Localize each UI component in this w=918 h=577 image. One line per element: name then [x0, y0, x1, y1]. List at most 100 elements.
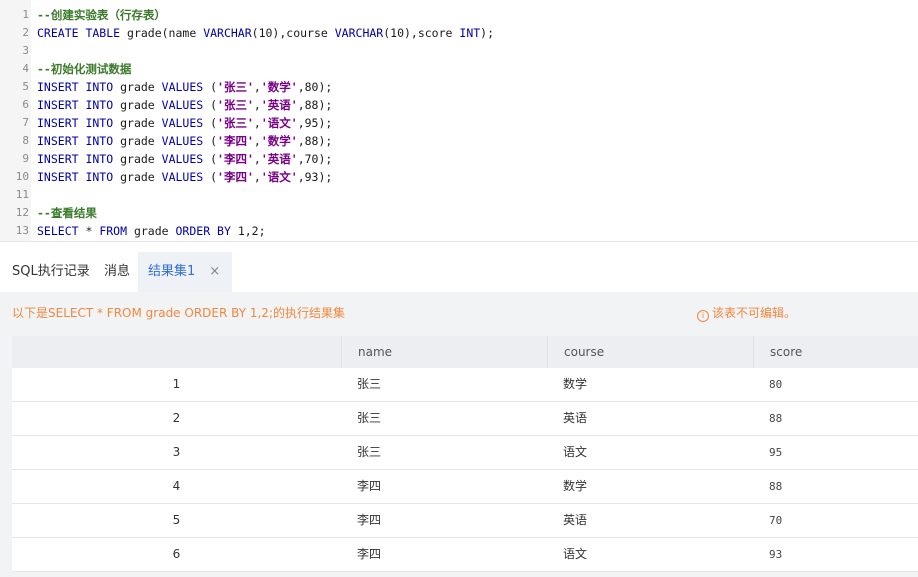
code-line[interactable]: 2 CREATE TABLE grade(name VARCHAR(10),cou…	[0, 24, 918, 42]
readonly-notice: i 该表不可编辑。	[697, 304, 796, 322]
table-row[interactable]: 4 李四 数学 88	[12, 470, 918, 504]
code-token: INSERT INTO	[37, 116, 114, 130]
code-token: ,	[253, 98, 261, 112]
code-line[interactable]: 4 --初始化测试数据	[0, 60, 918, 78]
cell-score: 95	[769, 446, 783, 459]
line-number: 13	[15, 224, 29, 237]
code-line[interactable]: 7 INSERT INTO grade VALUES ('张三','语文',95)…	[0, 114, 918, 132]
code-token: ,	[253, 170, 261, 184]
code-text: INSERT INTO grade VALUES ('李四','数学',88);	[37, 132, 332, 150]
cell-score: 88	[769, 480, 783, 493]
code-line[interactable]: 3	[0, 42, 918, 60]
code-token: INSERT INTO	[37, 98, 114, 112]
code-text: INSERT INTO grade VALUES ('李四','英语',70);	[37, 150, 332, 168]
code-token: ,	[253, 134, 261, 148]
line-number: 8	[22, 134, 29, 147]
code-token: 1,2;	[230, 224, 266, 238]
table-row[interactable]: 6 李四 语文 93	[12, 538, 918, 572]
cell-course: 语文	[563, 445, 588, 459]
line-number: 6	[22, 98, 29, 111]
cell-score: 80	[769, 378, 783, 391]
cell-course: 数学	[563, 377, 588, 391]
code-line[interactable]: 8 INSERT INTO grade VALUES ('李四','数学',88)…	[0, 132, 918, 150]
code-token: VALUES	[161, 98, 204, 112]
table-row[interactable]: 3 张三 语文 95	[12, 436, 918, 470]
cell-name: 李四	[357, 547, 382, 561]
line-number: 11	[15, 188, 29, 201]
code-token: grade	[113, 98, 162, 112]
code-token: ,88);	[297, 134, 333, 148]
code-token: INSERT INTO	[37, 80, 114, 94]
code-token: INSERT INTO	[37, 134, 114, 148]
code-token: VALUES	[161, 116, 204, 130]
code-text: --初始化测试数据	[37, 60, 131, 78]
table-row[interactable]: 2 张三 英语 88	[12, 402, 918, 436]
line-number: 5	[22, 80, 29, 93]
code-token: VARCHAR	[203, 26, 252, 40]
code-token: CREATE TABLE	[37, 26, 121, 40]
cell-course: 数学	[563, 479, 588, 493]
code-line[interactable]: 1 --创建实验表（行存表）	[0, 6, 918, 24]
code-text: INSERT INTO grade VALUES ('张三','语文',95);	[37, 114, 332, 132]
code-line[interactable]: 13 SELECT * FROM grade ORDER BY 1,2;	[0, 222, 918, 240]
code-token: *	[78, 224, 100, 238]
code-token: VALUES	[161, 170, 204, 184]
code-token: '数学'	[260, 80, 298, 94]
code-token: '李四'	[217, 134, 254, 148]
code-token: '英语'	[260, 152, 298, 166]
code-line[interactable]: 11	[0, 186, 918, 204]
code-line[interactable]: 5 INSERT INTO grade VALUES ('张三','数学',80)…	[0, 78, 918, 96]
code-token: INSERT INTO	[37, 170, 114, 184]
code-token: grade	[113, 80, 162, 94]
cell-row-number: 6	[172, 547, 181, 561]
code-line[interactable]: 10 INSERT INTO grade VALUES ('李四','语文',93…	[0, 168, 918, 186]
line-number: 9	[22, 152, 29, 165]
cell-row-number: 4	[172, 479, 181, 493]
close-icon[interactable]: ×	[209, 252, 220, 292]
readonly-text: 该表不可编辑。	[712, 306, 797, 320]
cell-row-number: 3	[172, 445, 181, 459]
code-text: INSERT INTO grade VALUES ('李四','语文',93);	[37, 168, 332, 186]
line-number: 10	[15, 170, 29, 183]
tab-messages[interactable]: 消息	[104, 252, 130, 292]
code-token: grade	[113, 116, 162, 130]
code-token: '语文'	[260, 116, 298, 130]
sql-editor[interactable]: 1 --创建实验表（行存表） 2 CREATE TABLE grade(name VA…	[0, 0, 918, 242]
code-token: ,	[253, 152, 261, 166]
code-text: CREATE TABLE grade(name VARCHAR(10),cour…	[37, 24, 494, 42]
header-score[interactable]: score	[753, 336, 918, 368]
code-token: grade	[127, 224, 176, 238]
tab-result-set-1-label: 结果集1	[148, 264, 196, 279]
code-line[interactable]: 9 INSERT INTO grade VALUES ('李四','英语',70)…	[0, 150, 918, 168]
cell-row-number: 1	[172, 377, 181, 391]
code-text: SELECT * FROM grade ORDER BY 1,2;	[37, 222, 266, 240]
code-token: '张三'	[217, 116, 254, 130]
code-token: INSERT INTO	[37, 152, 114, 166]
line-number: 4	[22, 62, 29, 75]
code-token: (	[203, 134, 218, 148]
tab-sql-history[interactable]: SQL执行记录	[12, 252, 90, 292]
tab-result-set-1[interactable]: 结果集1 ×	[138, 252, 233, 292]
code-token: ORDER BY	[175, 224, 231, 238]
cell-course: 语文	[563, 547, 588, 561]
cell-name: 张三	[357, 445, 382, 459]
line-number: 3	[22, 44, 29, 57]
code-token: (10),course	[251, 26, 335, 40]
cell-row-number: 2	[172, 411, 181, 425]
code-token: grade	[113, 152, 162, 166]
header-course[interactable]: course	[547, 336, 753, 368]
code-token: );	[480, 26, 495, 40]
code-token: ,95);	[297, 116, 333, 130]
table-row[interactable]: 1 张三 数学 80	[12, 368, 918, 402]
code-line[interactable]: 6 INSERT INTO grade VALUES ('张三','英语',88)…	[0, 96, 918, 114]
code-token: VALUES	[161, 80, 204, 94]
code-token: (	[203, 152, 218, 166]
table-row[interactable]: 5 李四 英语 70	[12, 504, 918, 538]
info-icon: i	[697, 310, 709, 322]
code-token: VALUES	[161, 152, 204, 166]
code-token: ,93);	[297, 170, 333, 184]
code-token: VALUES	[161, 134, 204, 148]
code-token: '数学'	[260, 134, 298, 148]
code-line[interactable]: 12 --查看结果	[0, 204, 918, 222]
header-name[interactable]: name	[341, 336, 547, 368]
